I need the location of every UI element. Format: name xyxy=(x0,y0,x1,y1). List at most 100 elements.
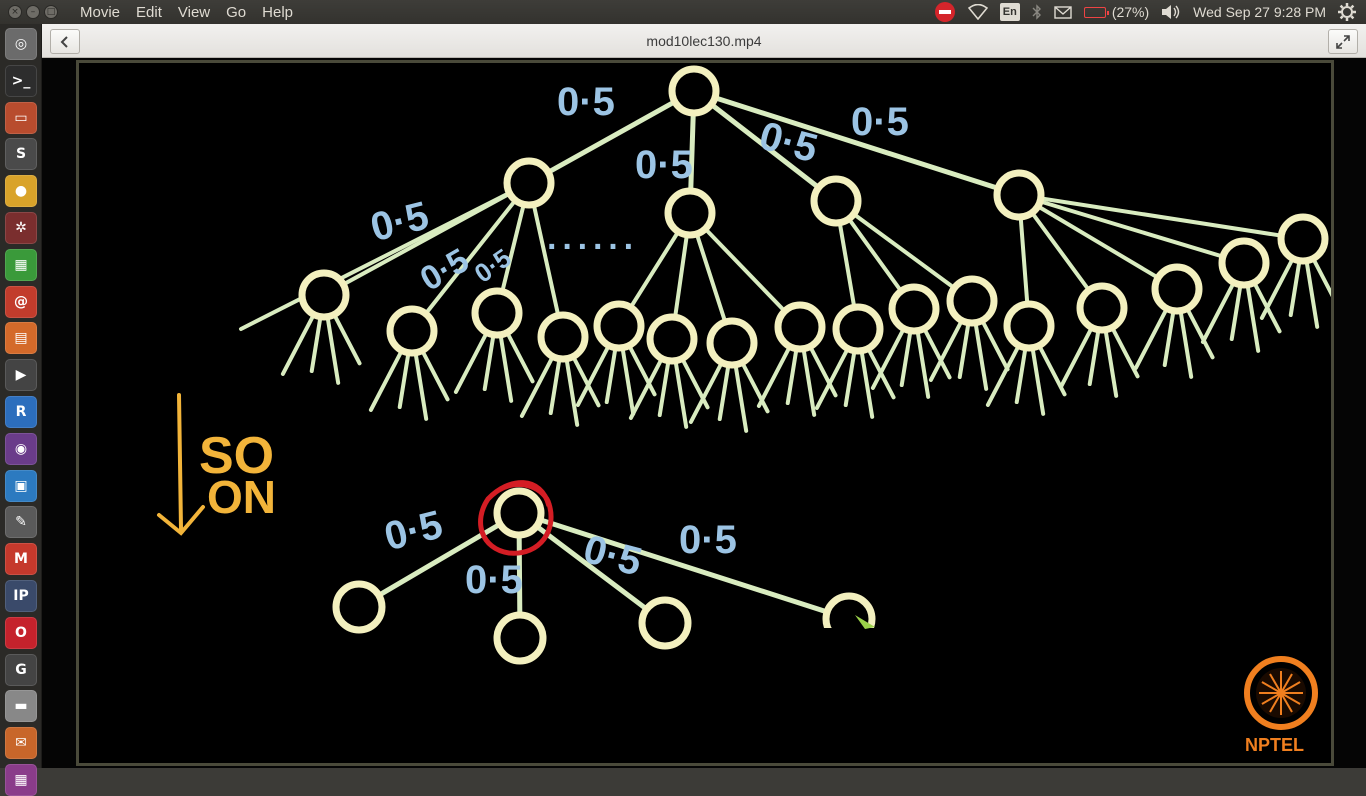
document-viewer-launcher-icon[interactable]: ▣ xyxy=(5,469,37,502)
branch-stub xyxy=(332,312,362,366)
branch-stub xyxy=(657,358,671,418)
crop-mask xyxy=(809,628,899,688)
dash-home-launcher-icon[interactable]: ◎ xyxy=(5,28,37,60)
branch-stub xyxy=(1014,345,1028,405)
tree-node xyxy=(1151,263,1203,315)
clock[interactable]: Wed Sep 27 9:28 PM xyxy=(1193,4,1326,20)
launcher: ◎ >_ ▭ S ● ✲ ▦ @ ▤ ▶ R ◉ ▣ ✎ M IP O G ▬ ✉ ▦ xyxy=(0,24,42,796)
terminal-launcher-icon[interactable]: >_ xyxy=(5,64,37,97)
header-bar: mod10lec130.mp4 xyxy=(42,24,1366,58)
tree-node xyxy=(646,313,698,365)
edge-label: 0·5 xyxy=(635,143,693,187)
window-controls: × – □ xyxy=(8,5,58,19)
branch-stub xyxy=(985,343,1021,407)
branch-stub xyxy=(453,330,489,394)
bluetooth-icon[interactable] xyxy=(1032,3,1042,21)
tree-node xyxy=(664,187,716,239)
ipython-launcher-icon[interactable]: IP xyxy=(5,580,37,612)
tree-node xyxy=(493,611,547,665)
drive-icon-launcher-icon[interactable]: ▬ xyxy=(5,690,37,723)
branch-stub xyxy=(280,312,316,376)
tree-node xyxy=(706,317,758,369)
battery-indicator[interactable]: (27%) xyxy=(1083,3,1149,21)
email-client-launcher-icon[interactable]: @ xyxy=(5,285,37,318)
branch-stub xyxy=(1133,306,1169,370)
gear-icon[interactable] xyxy=(1338,3,1356,21)
volume-icon[interactable] xyxy=(1161,3,1181,21)
branch-stub xyxy=(309,314,323,374)
branch-stub xyxy=(325,314,341,385)
video-area[interactable]: 0·5 0·5 0·5 0·5 0·5 0·5 0·5 ······ SO ON… xyxy=(42,58,1366,768)
nptel-logo-text: NPTEL xyxy=(1245,735,1304,755)
media-app-launcher-icon[interactable]: ◉ xyxy=(5,432,37,465)
text-editor-launcher-icon[interactable]: ✎ xyxy=(5,506,37,539)
chrome-launcher-icon[interactable]: ● xyxy=(5,175,37,208)
tree-node xyxy=(332,580,386,634)
edge-label: 0·5 xyxy=(465,558,523,602)
branch-stub xyxy=(505,330,535,384)
tree-node xyxy=(946,275,998,327)
branch-stub xyxy=(957,320,971,380)
maximize-window-icon[interactable]: □ xyxy=(44,5,58,19)
branch-stub xyxy=(564,356,580,427)
close-window-icon[interactable]: × xyxy=(8,5,22,19)
gp-tool-launcher-icon[interactable]: G xyxy=(5,653,37,686)
edge-label: 0·5 xyxy=(414,241,476,298)
edge-label: 0·5 xyxy=(579,527,646,584)
minimize-window-icon[interactable]: – xyxy=(26,5,40,19)
branch-stub xyxy=(859,348,875,419)
branch-stub xyxy=(1030,345,1046,416)
down-arrow-icon xyxy=(157,393,205,536)
branch-stub xyxy=(1162,308,1176,368)
wifi-icon[interactable] xyxy=(967,3,988,21)
fullscreen-icon xyxy=(1336,34,1350,49)
branch-stub xyxy=(397,350,411,410)
indicator-area: En (27%) Wed Sep 27 9:28 PM xyxy=(934,0,1366,24)
menu-movie[interactable]: Movie xyxy=(72,4,128,21)
branch-stub xyxy=(899,328,913,388)
tree-node xyxy=(503,157,555,209)
gmail-launcher-icon[interactable]: M xyxy=(5,543,37,576)
spreadsheet-launcher-icon[interactable]: ▦ xyxy=(5,248,37,281)
mail-icon[interactable] xyxy=(1054,3,1072,21)
file-manager-launcher-icon[interactable]: ▭ xyxy=(5,101,37,134)
sublime-text-launcher-icon[interactable]: S xyxy=(5,138,37,171)
branch-stub xyxy=(1311,256,1341,310)
presentation-launcher-icon[interactable]: ▤ xyxy=(5,322,37,355)
installer-launcher-icon[interactable]: ✉ xyxy=(5,727,37,760)
settings-launcher-icon[interactable]: ✲ xyxy=(5,212,37,244)
tree-node xyxy=(888,283,940,335)
app-bottom-launcher-icon[interactable]: ▦ xyxy=(5,764,37,796)
branch-stub xyxy=(1058,325,1094,389)
tree-edge xyxy=(1017,193,1246,265)
branch-stub xyxy=(733,362,749,433)
keyboard-layout-badge[interactable]: En xyxy=(999,3,1020,21)
branch-stub xyxy=(548,356,562,416)
branch-stub xyxy=(1245,282,1261,353)
video-player-launcher-icon[interactable]: ▶ xyxy=(5,359,37,392)
menu-bar: Movie Edit View Go Help xyxy=(72,4,301,21)
opera-launcher-icon[interactable]: O xyxy=(5,616,37,649)
branch-stub xyxy=(973,320,989,391)
branch-stub xyxy=(717,362,731,422)
branch-stub xyxy=(482,332,496,392)
menu-view[interactable]: View xyxy=(170,4,218,21)
fullscreen-button[interactable] xyxy=(1328,29,1358,54)
tree-node xyxy=(993,169,1045,221)
tree-edge xyxy=(1017,193,1305,241)
branch-stub xyxy=(808,344,838,398)
tree-node xyxy=(386,305,438,357)
branch-stub xyxy=(915,328,931,399)
branch-stub xyxy=(756,344,792,408)
branch-stub xyxy=(368,348,404,412)
r-language-launcher-icon[interactable]: R xyxy=(5,396,37,428)
menu-help[interactable]: Help xyxy=(254,4,301,21)
video-frame: 0·5 0·5 0·5 0·5 0·5 0·5 0·5 ······ SO ON… xyxy=(76,60,1341,766)
do-not-disturb-icon[interactable] xyxy=(934,2,956,22)
branch-stub xyxy=(571,354,601,408)
branch-stub xyxy=(673,358,689,429)
menu-edit[interactable]: Edit xyxy=(128,4,170,21)
branch-stub xyxy=(620,345,636,416)
menu-go[interactable]: Go xyxy=(218,4,254,21)
branch-stub xyxy=(1288,258,1302,318)
